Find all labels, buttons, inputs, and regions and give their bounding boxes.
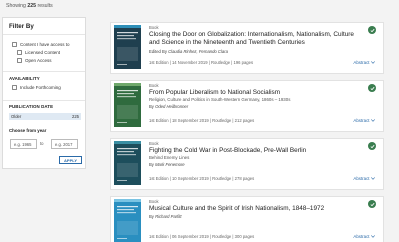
book-card[interactable]: Book Fighting the Cold War in Post-Block… — [110, 138, 384, 190]
abstract-toggle[interactable]: Abstract — [353, 118, 375, 123]
to-year-input[interactable]: e.g. 2017 — [51, 139, 78, 149]
book-title-link[interactable]: Fighting the Cold War in Post-Blockade, … — [149, 147, 363, 155]
book-card[interactable]: Book Closing the Door on Globalization: … — [110, 22, 384, 74]
check-icon — [368, 26, 376, 34]
book-author: By Mark Fenemore — [149, 162, 185, 167]
older-count: 225 — [72, 114, 79, 119]
abstract-label: Abstract — [353, 234, 370, 239]
filter-title: Filter By — [9, 23, 34, 30]
filter-sidebar: Filter By Content I have access to Licen… — [2, 17, 86, 169]
abstract-label: Abstract — [353, 60, 370, 65]
book-title-link[interactable]: Musical Culture and the Spirit of Irish … — [149, 205, 363, 213]
author-prefix: Edited By — [149, 48, 167, 54]
book-subtitle: Behind Enemy Lines — [149, 155, 190, 160]
author-name[interactable]: Claudia Rinhez, Fernando Clara — [168, 49, 228, 54]
licensed-content-checkbox[interactable] — [17, 50, 22, 55]
open-access-label: Open Access — [25, 58, 52, 63]
open-access-checkbox[interactable] — [17, 58, 22, 63]
book-cover-image[interactable] — [114, 83, 141, 127]
abstract-toggle[interactable]: Abstract — [353, 234, 375, 239]
book-meta: 1st Edition | 10 September 2019 | Routle… — [149, 176, 255, 181]
book-card[interactable]: Book Musical Culture and the Spirit of I… — [110, 196, 384, 242]
apply-button[interactable]: APPLY — [59, 156, 82, 164]
book-meta: 1st Edition | 06 September 2019 | Routle… — [149, 234, 255, 239]
author-prefix: By — [149, 213, 154, 219]
choose-year-label: Choose from year — [9, 128, 47, 133]
book-subtitle: Religion, Culture and Politics in South-… — [149, 97, 291, 102]
check-icon — [368, 200, 376, 208]
book-type: Book — [149, 141, 159, 146]
book-cover-image[interactable] — [114, 141, 141, 185]
abstract-label: Abstract — [353, 176, 370, 181]
to-label: to — [40, 141, 44, 146]
access-checkbox[interactable] — [12, 42, 17, 47]
publication-date-heading: PUBLICATION DATE — [9, 104, 54, 109]
author-prefix: By — [149, 162, 154, 167]
abstract-toggle[interactable]: Abstract — [353, 60, 375, 65]
book-card[interactable]: Book From Popular Liberalism to National… — [110, 80, 384, 132]
book-type: Book — [149, 83, 159, 88]
licensed-content-label: Licensed Content — [25, 50, 61, 55]
book-author: By Richard Parfitt — [149, 214, 182, 219]
book-cover-image[interactable] — [114, 199, 141, 242]
divider — [3, 34, 85, 35]
forthcoming-checkbox[interactable] — [12, 85, 17, 90]
results-number: 225 — [27, 3, 37, 9]
results-count: Showing 225 results — [6, 3, 53, 9]
older-label: Older — [11, 114, 22, 119]
access-checkbox-row[interactable]: Content I have access to — [12, 42, 70, 47]
from-year-input[interactable]: e.g. 1965 — [10, 139, 37, 149]
book-author: Edited By Claudia Rinhez, Fernando Clara — [149, 49, 228, 54]
author-name[interactable]: Mark Fenemore — [155, 162, 185, 167]
chevron-down-icon — [371, 61, 375, 64]
book-title-link[interactable]: Closing the Door on Globalization: Inter… — [149, 31, 363, 46]
licensed-content-row[interactable]: Licensed Content — [17, 50, 60, 55]
book-cover-image[interactable] — [114, 25, 141, 69]
author-name[interactable]: Oded Heilbronner — [155, 104, 188, 109]
forthcoming-label: Include Forthcoming — [20, 85, 61, 90]
book-author: By Oded Heilbronner — [149, 104, 188, 109]
chevron-down-icon — [371, 119, 375, 122]
book-type: Book — [149, 25, 159, 30]
author-name[interactable]: Richard Parfitt — [155, 214, 182, 219]
book-meta: 1st Edition | 18 September 2019 | Routle… — [149, 118, 255, 123]
chevron-down-icon — [371, 177, 375, 180]
abstract-toggle[interactable]: Abstract — [353, 176, 375, 181]
book-type: Book — [149, 199, 159, 204]
chevron-down-icon — [371, 235, 375, 238]
check-icon — [368, 142, 376, 150]
divider — [3, 100, 85, 101]
availability-heading: AVAILABILITY — [9, 76, 40, 81]
divider — [3, 71, 85, 72]
results-suffix: results — [37, 3, 53, 9]
abstract-label: Abstract — [353, 118, 370, 123]
older-facet[interactable]: Older 225 — [9, 113, 81, 120]
access-label: Content I have access to — [20, 42, 70, 47]
book-meta: 1st Edition | 14 November 2019 | Routled… — [149, 60, 254, 65]
book-title-link[interactable]: From Popular Liberalism to National Soci… — [149, 89, 363, 97]
author-prefix: By — [149, 104, 154, 109]
open-access-row[interactable]: Open Access — [17, 58, 52, 63]
check-icon — [368, 84, 376, 92]
forthcoming-row[interactable]: Include Forthcoming — [12, 85, 61, 90]
results-prefix: Showing — [6, 3, 26, 9]
